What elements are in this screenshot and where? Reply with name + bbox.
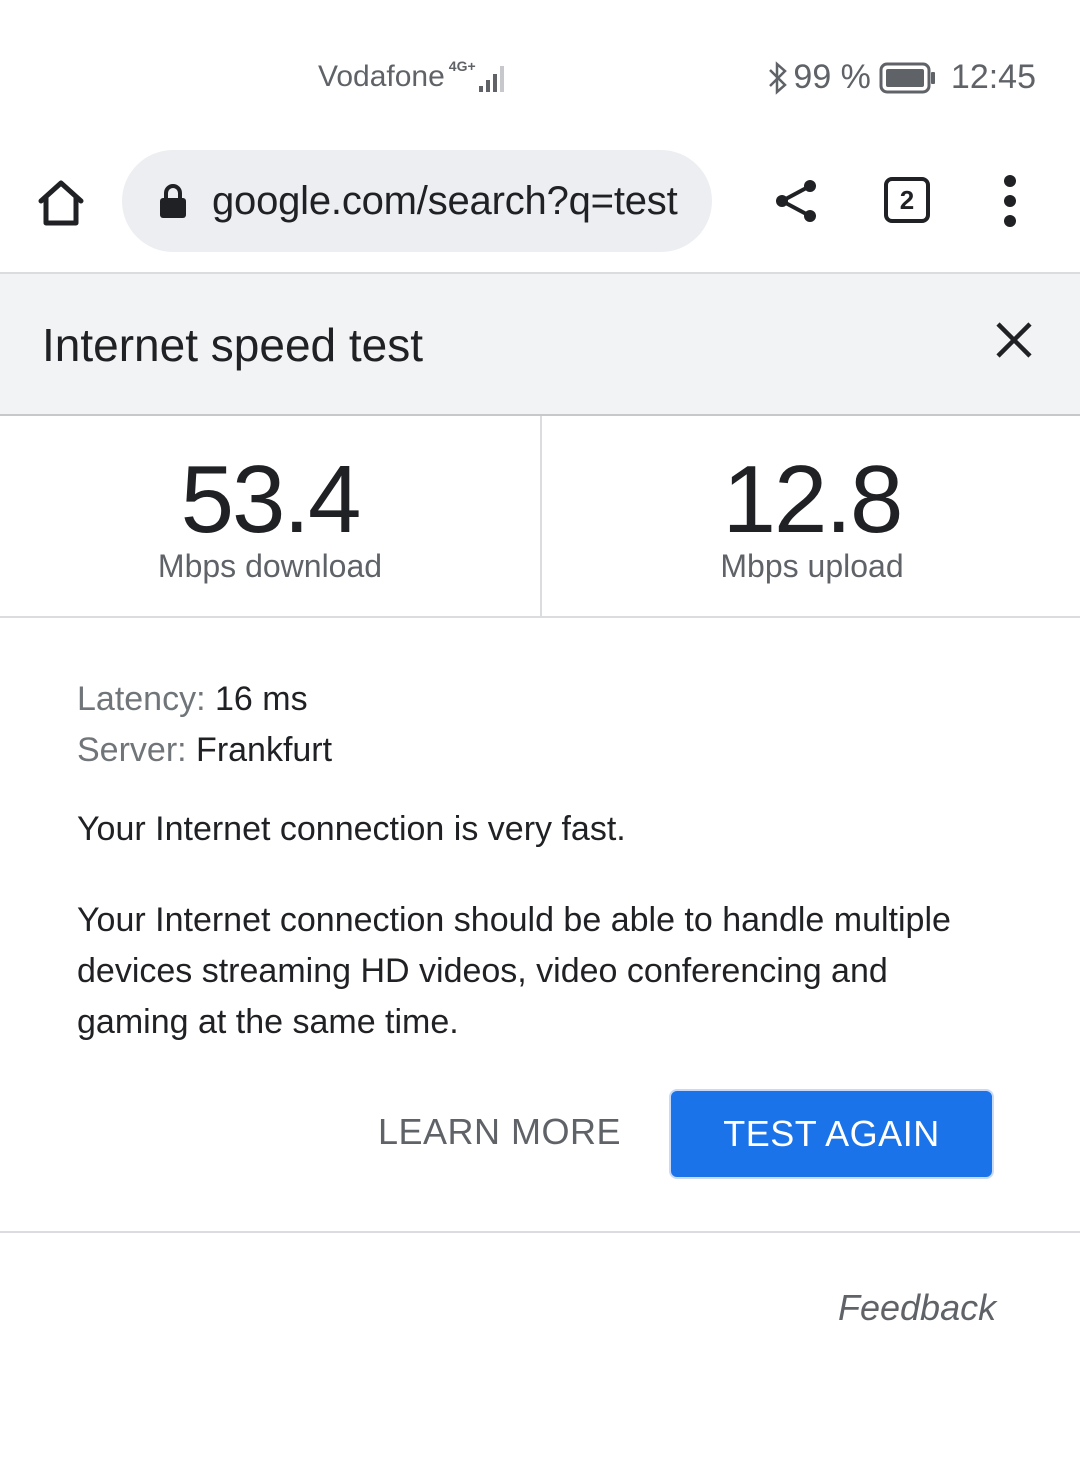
url-text: google.com/search?q=test bbox=[212, 178, 678, 223]
url-bar[interactable]: google.com/search?q=test bbox=[122, 150, 712, 252]
latency-line: Latency: 16 ms bbox=[77, 674, 1017, 725]
bluetooth-icon bbox=[769, 60, 788, 95]
speed-test-header: Internet speed test bbox=[0, 274, 1080, 416]
test-again-label: TEST AGAIN bbox=[723, 1113, 940, 1154]
learn-more-button[interactable]: LEARN MORE bbox=[378, 1111, 621, 1153]
upload-result: 12.8 Mbps upload bbox=[542, 416, 1080, 616]
speed-results: 53.4 Mbps download 12.8 Mbps upload bbox=[0, 416, 1080, 618]
tab-count: 2 bbox=[899, 184, 915, 215]
lock-icon bbox=[160, 184, 186, 218]
status-right: 99 % 12:45 bbox=[767, 58, 1036, 97]
share-icon[interactable] bbox=[774, 178, 820, 224]
upload-value: 12.8 bbox=[722, 446, 904, 553]
download-result: 53.4 Mbps download bbox=[0, 416, 540, 616]
server-label: Server: bbox=[77, 731, 187, 769]
carrier-name: Vodafone bbox=[318, 60, 445, 93]
latency-label: Latency: bbox=[77, 680, 206, 718]
upload-unit: Mbps upload bbox=[720, 548, 904, 584]
close-icon[interactable] bbox=[994, 320, 1034, 360]
test-again-button[interactable]: TEST AGAIN bbox=[669, 1089, 994, 1179]
battery-icon bbox=[879, 62, 935, 93]
speed-test-title: Internet speed test bbox=[42, 319, 424, 371]
bottom-divider bbox=[0, 1231, 1080, 1233]
download-unit: Mbps download bbox=[157, 548, 383, 584]
clock: 12:45 bbox=[950, 58, 1036, 96]
download-value: 53.4 bbox=[180, 446, 362, 553]
feedback-link[interactable]: Feedback bbox=[838, 1287, 996, 1329]
latency-value: 16 ms bbox=[214, 680, 308, 718]
speed-verdict: Your Internet connection is very fast. bbox=[77, 810, 626, 848]
status-bar: Vodafone 4G+ 99 % 12:45 bbox=[0, 0, 1080, 150]
more-menu-icon[interactable] bbox=[996, 174, 1024, 228]
carrier-info: Vodafone 4G+ bbox=[318, 58, 508, 94]
battery-percent: 99 % bbox=[793, 58, 871, 96]
server-line: Server: Frankfurt bbox=[77, 725, 1017, 776]
network-type: 4G+ bbox=[448, 58, 476, 74]
tab-switcher-button[interactable]: 2 bbox=[884, 177, 930, 223]
server-value: Frankfurt bbox=[196, 731, 333, 769]
test-details: Latency: 16 ms Server: Frankfurt bbox=[77, 674, 1017, 776]
speed-description: Your Internet connection should be able … bbox=[77, 901, 951, 1041]
home-icon[interactable] bbox=[36, 178, 86, 228]
signal-icon bbox=[478, 66, 504, 92]
browser-toolbar: google.com/search?q=test 2 bbox=[0, 150, 1080, 272]
